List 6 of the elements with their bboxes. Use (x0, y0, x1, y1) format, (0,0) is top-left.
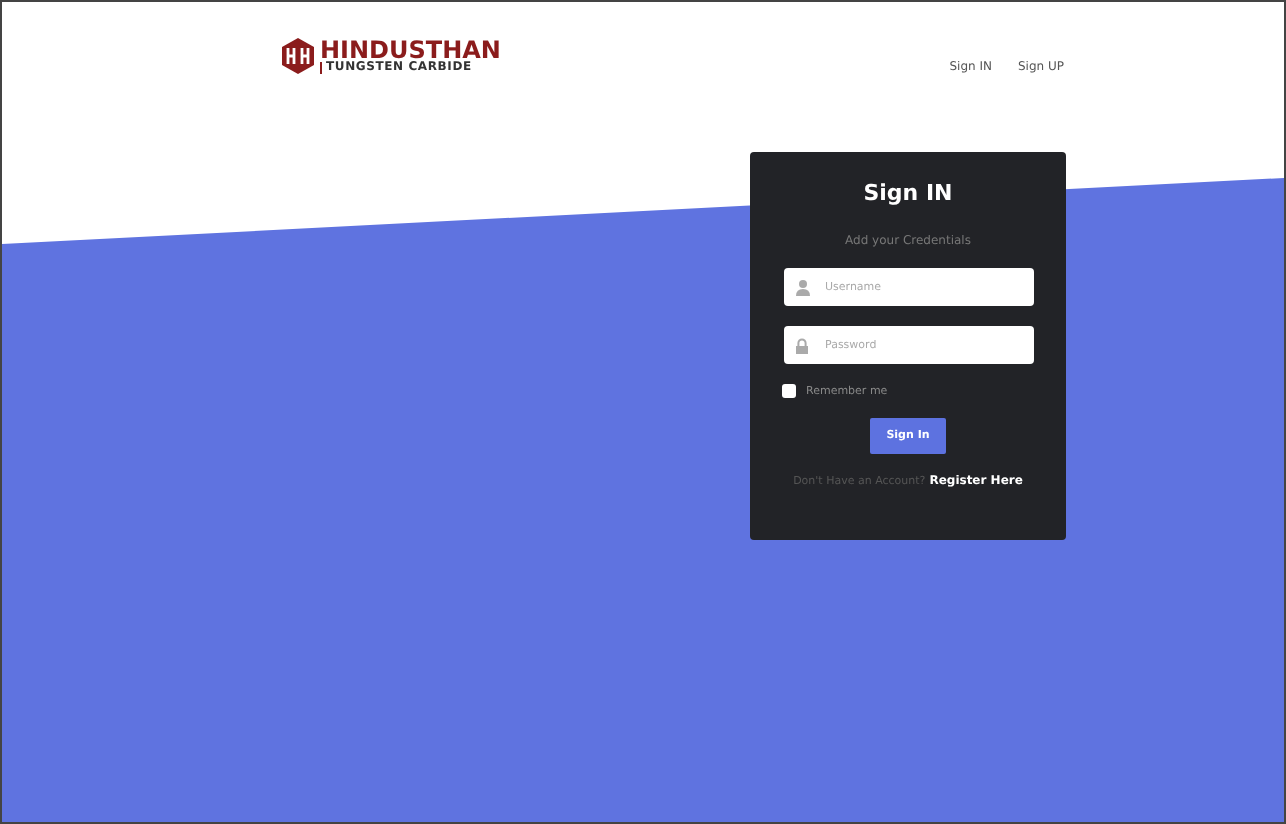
user-icon (795, 279, 809, 295)
lock-icon (795, 337, 807, 353)
login-title: Sign IN (863, 180, 953, 206)
checkbox[interactable] (782, 384, 796, 398)
logo-title: HINDUSTHAN (320, 38, 501, 62)
logo-icon (282, 38, 314, 74)
